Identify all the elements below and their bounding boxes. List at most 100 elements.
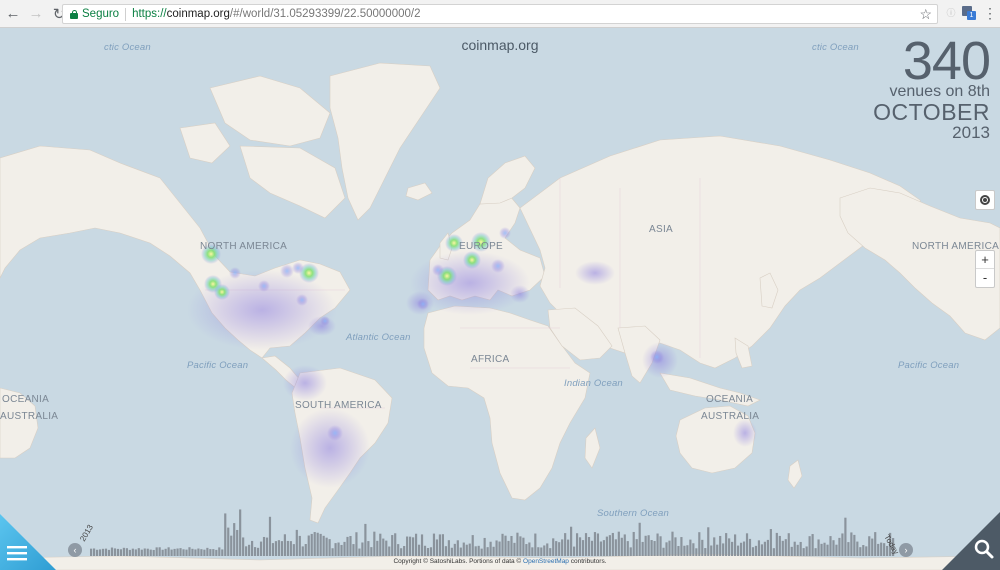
timeline-bar: [95, 549, 99, 556]
locate-button[interactable]: [975, 190, 995, 210]
extension-badge-icon[interactable]: 1: [962, 6, 976, 20]
timeline-bar: [874, 532, 877, 556]
timeline-bar: [814, 548, 817, 556]
bookmark-star-icon[interactable]: ☆: [919, 6, 932, 23]
timeline-bar: [253, 547, 257, 556]
world-map[interactable]: ctic Ocean ctic Ocean Atlantic Ocean Pac…: [0, 28, 1000, 570]
back-arrow-icon[interactable]: ←: [3, 4, 23, 24]
timeline-bar: [498, 541, 501, 556]
address-bar[interactable]: Seguro https://coinmap.org/#/world/31.05…: [62, 4, 938, 24]
timeline-bar: [304, 544, 307, 556]
timeline-bar: [146, 548, 149, 556]
openstreetmap-link[interactable]: OpenStreetMap: [523, 558, 569, 565]
timeline-bar: [832, 540, 835, 556]
timeline-bar: [441, 534, 444, 556]
timeline-bar: [704, 548, 707, 556]
timeline-bar: [200, 549, 203, 556]
timeline-bar: [567, 539, 570, 556]
timeline-bar: [596, 533, 600, 556]
timeline-bar: [519, 536, 522, 556]
timeline-bar: [480, 548, 483, 556]
venue-count: 340: [902, 31, 991, 91]
timeline-bar: [224, 513, 227, 556]
timeline-bar: [495, 540, 498, 556]
timeline-bar: [722, 543, 725, 556]
timeline-bar: [883, 543, 886, 556]
timeline-bar: [417, 544, 421, 556]
extension-icon[interactable]: ⓘ: [944, 6, 958, 20]
continent-label-asia: ASIA: [649, 224, 673, 235]
timeline-bar: [361, 542, 364, 556]
timeline-bar: [453, 543, 456, 556]
timeline-bar: [689, 539, 692, 556]
timeline-bar: [754, 545, 758, 556]
timeline-bar: [599, 541, 603, 556]
timeline-bar: [656, 533, 659, 556]
timeline-bar: [403, 546, 406, 556]
timeline-bar: [719, 535, 722, 556]
timeline-bar: [561, 539, 564, 556]
timeline-bar: [829, 536, 832, 556]
venue-counter: 340 venues on 8th OCTOBER 2013: [873, 31, 991, 141]
timeline-bar: [122, 547, 125, 556]
timeline-bar: [811, 534, 814, 556]
timeline-bar: [197, 548, 200, 556]
timeline-bar: [483, 537, 486, 556]
timeline-bar: [632, 531, 635, 556]
timeline-bar: [131, 548, 134, 556]
zoom-in-button[interactable]: +: [976, 251, 994, 269]
timeline-bar: [570, 526, 573, 556]
timeline-bar: [414, 533, 418, 556]
timeline-bar: [841, 533, 844, 556]
timeline-bar: [400, 548, 403, 556]
timeline-bar: [868, 536, 871, 556]
zoom-out-button[interactable]: -: [976, 269, 994, 287]
timeline-bar: [367, 541, 370, 556]
timeline-bar: [528, 542, 531, 556]
timeline-bar: [799, 541, 802, 556]
ocean-label-atlantic: Atlantic Ocean: [346, 332, 411, 343]
timeline-bar: [242, 537, 245, 556]
browser-menu-icon[interactable]: ⋮: [983, 5, 997, 21]
timeline-bar: [230, 535, 233, 556]
timeline-bar: [853, 534, 856, 556]
timeline-bar: [608, 535, 611, 556]
timeline-bar: [435, 539, 439, 556]
timeline-bar: [322, 535, 325, 556]
timeline-bar: [113, 548, 117, 556]
timeline-bar: [552, 538, 555, 556]
timeline-bar: [573, 546, 576, 556]
timeline-bar: [301, 546, 304, 556]
timeline-bar: [134, 549, 137, 556]
timeline-bar: [155, 547, 158, 556]
timeline-bar: [835, 544, 838, 556]
timeline-bar: [116, 548, 120, 556]
timeline-bar: [766, 539, 769, 556]
timeline-bar: [471, 535, 474, 556]
timeline-histogram[interactable]: [90, 505, 895, 556]
timeline-bar: [459, 547, 462, 556]
lock-icon: [70, 9, 78, 19]
timeline-bar: [313, 532, 316, 556]
timeline-bar: [295, 529, 298, 556]
timeline-bar: [549, 548, 552, 556]
timeline-bar: [641, 541, 644, 556]
timeline-bar: [125, 548, 128, 556]
timeline-bar: [328, 539, 331, 556]
timeline-bar: [590, 540, 594, 556]
timeline-bar: [104, 548, 108, 556]
timeline-bar: [629, 547, 632, 556]
timeline-bar: [862, 545, 865, 556]
timeline-next-button[interactable]: ›: [899, 543, 913, 557]
forward-arrow-icon[interactable]: →: [26, 4, 46, 24]
timeline-bar: [438, 534, 442, 556]
timeline-bar: [206, 547, 209, 556]
timeline-bar: [397, 544, 400, 556]
timeline-bar: [450, 547, 453, 556]
timeline-bar: [537, 547, 540, 556]
timeline-bar: [739, 542, 743, 556]
timeline-prev-button[interactable]: ‹: [68, 543, 82, 557]
timeline-bar: [856, 541, 859, 556]
continent-label-australia-left: AUSTRALIA: [0, 411, 59, 422]
timeline-bar: [575, 533, 579, 556]
